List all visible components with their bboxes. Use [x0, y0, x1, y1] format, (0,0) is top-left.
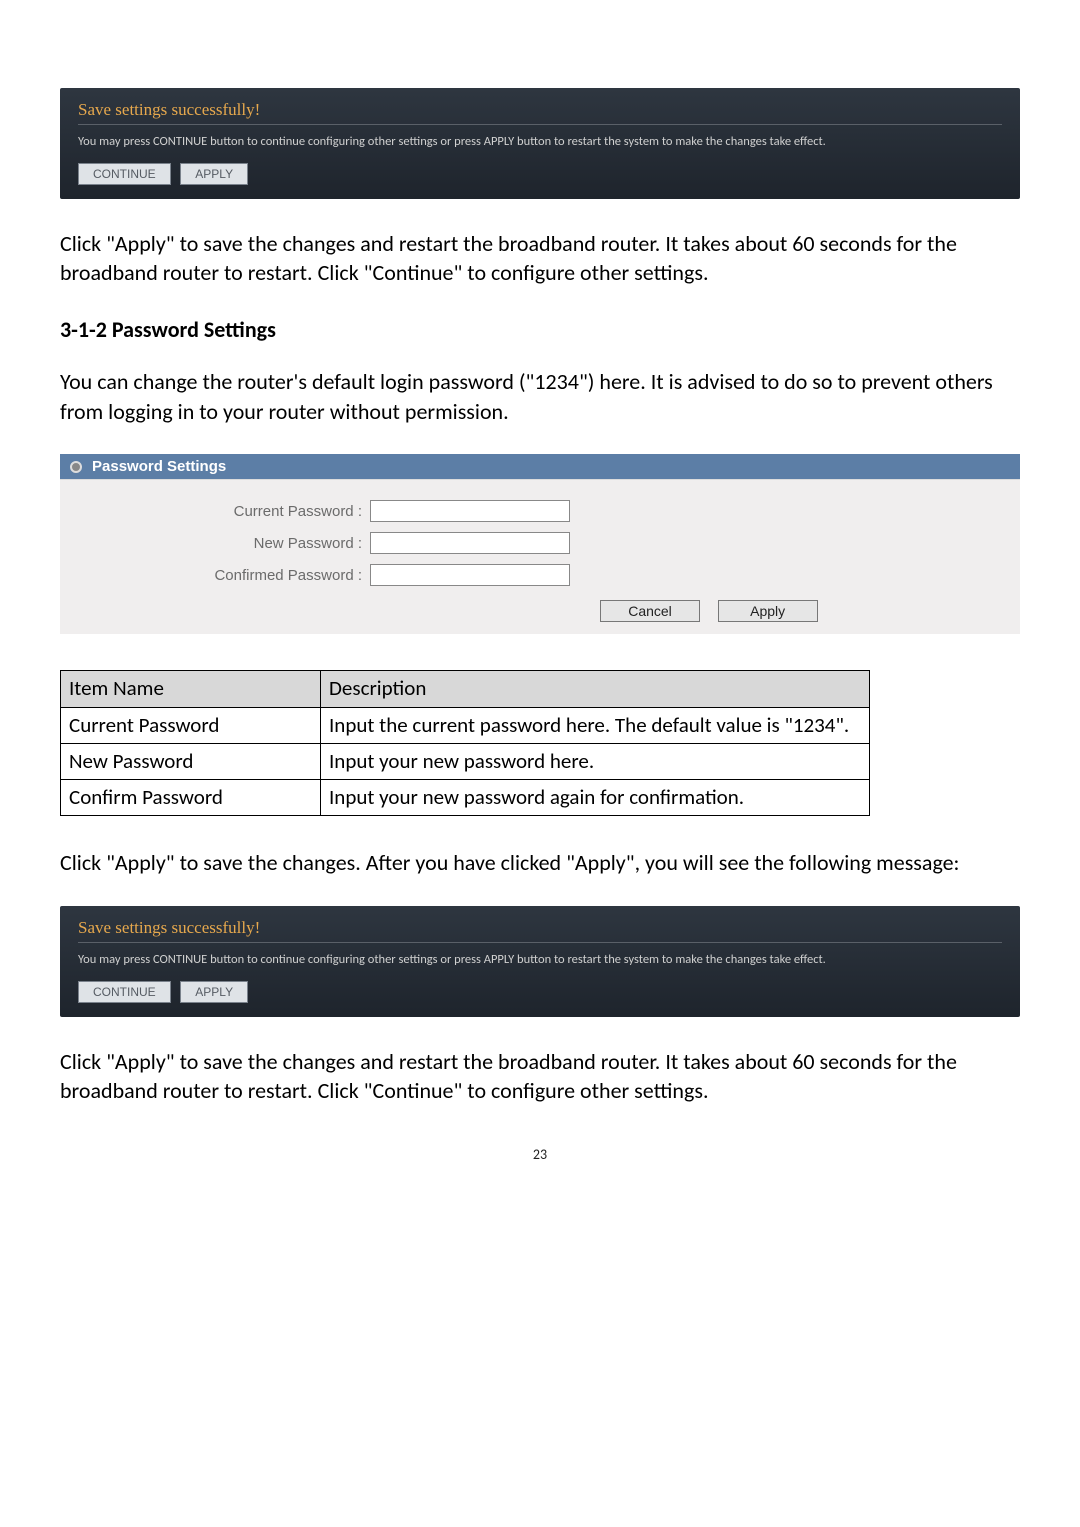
new-password-row: New Password :	[80, 532, 1000, 554]
current-password-label: Current Password :	[80, 503, 370, 520]
continue-button[interactable]: CONTINUE	[78, 163, 171, 185]
table-row: Current Password Input the current passw…	[61, 707, 870, 743]
confirm-password-input[interactable]	[370, 564, 570, 586]
apply-button[interactable]: APPLY	[180, 163, 248, 185]
paragraph-apply-continue-2: Click "Apply" to save the changes and re…	[60, 1047, 1020, 1106]
table-row: Confirm Password Input your new password…	[61, 780, 870, 816]
save-title: Save settings successfully!	[78, 918, 1002, 938]
table-row: New Password Input your new password her…	[61, 743, 870, 779]
apply-button[interactable]: APPLY	[180, 981, 248, 1003]
new-password-label: New Password :	[80, 535, 370, 552]
confirm-password-label: Confirmed Password :	[80, 567, 370, 584]
heading-password-settings: 3-1-2 Password Settings	[60, 316, 1020, 343]
password-panel-title: Password Settings	[92, 458, 226, 475]
password-settings-panel: Password Settings Current Password : New…	[60, 454, 1020, 634]
apply-button-panel[interactable]: Apply	[718, 600, 818, 622]
table-header-item: Item Name	[61, 671, 321, 707]
continue-button[interactable]: CONTINUE	[78, 981, 171, 1003]
current-password-row: Current Password :	[80, 500, 1000, 522]
table-cell-desc: Input your new password again for confir…	[321, 780, 870, 816]
table-header-desc: Description	[321, 671, 870, 707]
save-description: You may press CONTINUE button to continu…	[78, 951, 1002, 969]
table-cell-name: Confirm Password	[61, 780, 321, 816]
paragraph-apply-continue-1: Click "Apply" to save the changes and re…	[60, 229, 1020, 288]
table-cell-name: New Password	[61, 743, 321, 779]
save-settings-panel-1: Save settings successfully! You may pres…	[60, 88, 1020, 199]
table-cell-desc: Input the current password here. The def…	[321, 707, 870, 743]
description-table: Item Name Description Current Password I…	[60, 670, 870, 816]
divider	[78, 942, 1002, 943]
password-panel-header: Password Settings	[60, 454, 1020, 480]
table-cell-name: Current Password	[61, 707, 321, 743]
bullet-icon	[70, 461, 82, 473]
paragraph-after-apply: Click "Apply" to save the changes. After…	[60, 848, 1020, 878]
password-panel-body: Current Password : New Password : Confir…	[60, 480, 1020, 634]
cancel-button[interactable]: Cancel	[600, 600, 700, 622]
new-password-input[interactable]	[370, 532, 570, 554]
table-cell-desc: Input your new password here.	[321, 743, 870, 779]
paragraph-password-intro: You can change the router's default logi…	[60, 367, 1020, 426]
save-title: Save settings successfully!	[78, 100, 1002, 120]
save-description: You may press CONTINUE button to continu…	[78, 133, 1002, 151]
page-number: 23	[60, 1146, 1020, 1163]
password-panel-buttons: Cancel Apply	[80, 596, 1000, 622]
confirm-password-row: Confirmed Password :	[80, 564, 1000, 586]
table-header-row: Item Name Description	[61, 671, 870, 707]
save-settings-panel-2: Save settings successfully! You may pres…	[60, 906, 1020, 1017]
divider	[78, 124, 1002, 125]
current-password-input[interactable]	[370, 500, 570, 522]
